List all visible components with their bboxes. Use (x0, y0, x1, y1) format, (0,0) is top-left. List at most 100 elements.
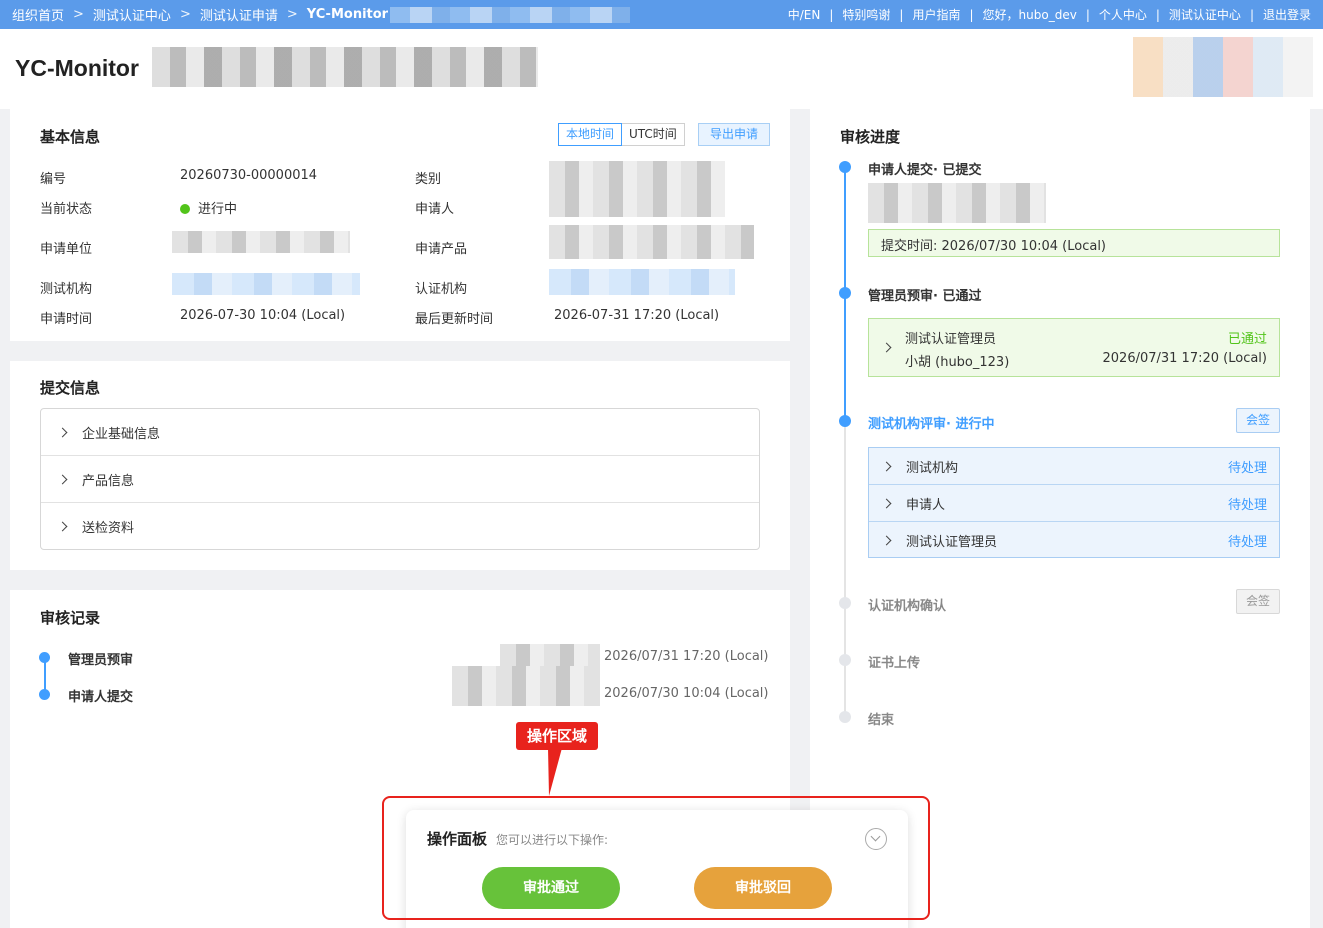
countersign-tag: 会签 (1235, 589, 1280, 614)
status-text: 进行中 (198, 202, 238, 217)
breadcrumb-separator-icon: > (286, 7, 298, 22)
submit-time-text: 提交时间: 2026/07/30 10:04 (Local) (881, 239, 1107, 254)
redacted-block (549, 225, 754, 259)
record-time: 2026/07/31 17:20 (Local) (604, 649, 769, 664)
accordion-product-info[interactable]: 产品信息 (41, 456, 759, 503)
logout-link[interactable]: 退出登录 (1263, 6, 1311, 23)
apply-time-label: 申请时间 (40, 312, 93, 327)
breadcrumb-cert-apply[interactable]: 测试认证申请 (200, 5, 278, 24)
step-cert-org-label: 认证机构确认 (868, 599, 947, 614)
callout-pointer (548, 748, 562, 796)
operation-area-highlight (382, 796, 930, 920)
redacted-block (452, 666, 600, 706)
breadcrumb-separator-icon: > (179, 7, 191, 22)
unit-label: 申请单位 (40, 242, 93, 257)
chevron-right-icon (57, 521, 68, 532)
accordion-label: 产品信息 (82, 473, 135, 489)
accordion-inspection-docs[interactable]: 送检资料 (41, 503, 759, 550)
local-time-button[interactable]: 本地时间 (558, 123, 623, 146)
greeting-text: 您好，hubo_dev (982, 8, 1077, 22)
countersign-tag: 会签 (1235, 408, 1280, 433)
personal-center-link[interactable]: 个人中心 (1099, 6, 1147, 23)
redacted-block (172, 231, 350, 253)
step-submitted-label: 申请人提交· 已提交 (868, 163, 982, 178)
reviewer-status: 已通过 (1227, 332, 1267, 347)
redacted-block (868, 183, 1046, 223)
status-value: 进行中 (180, 198, 237, 217)
progress-title: 审核进度 (840, 128, 901, 146)
operation-area-callout: 操作区域 (516, 722, 598, 750)
step-end-label: 结束 (868, 713, 895, 728)
record-label: 申请人提交 (68, 690, 134, 705)
link-divider: | (969, 7, 974, 22)
review-row-name: 申请人 (906, 497, 946, 513)
chevron-right-icon (57, 427, 68, 437)
accordion-company-info[interactable]: 企业基础信息 (41, 409, 759, 456)
breadcrumb-home[interactable]: 组织首页 (12, 5, 64, 24)
accordion-label: 企业基础信息 (82, 426, 161, 442)
reviewer-name: 测试认证管理员 (905, 332, 997, 347)
basic-info-panel: 基本信息 本地时间 UTC时间 导出申请 编号 20260730-0000001… (10, 109, 790, 341)
timeline-line (844, 421, 846, 717)
submit-time-box: 提交时间: 2026/07/30 10:04 (Local) (868, 229, 1280, 257)
review-row[interactable]: 申请人 待处理 (869, 485, 1279, 522)
breadcrumb-current: YC-Monitor (306, 7, 389, 22)
link-divider: | (1249, 7, 1254, 22)
breadcrumb-separator-icon: > (73, 7, 84, 22)
timeline-dot-icon (839, 287, 851, 299)
review-row-status: 待处理 (1227, 535, 1267, 550)
status-dot-icon (180, 204, 190, 214)
prereview-box[interactable]: 测试认证管理员 已通过 小胡 (hubo_123) 2026/07/31 17:… (868, 318, 1280, 377)
id-value: 20260730-00000014 (180, 168, 318, 183)
review-row-name: 测试认证管理员 (906, 535, 998, 550)
id-label: 编号 (40, 172, 67, 187)
link-divider: | (899, 7, 904, 22)
record-dot-icon (39, 652, 50, 663)
step-cert-upload-label: 证书上传 (868, 656, 921, 671)
top-links: 中/EN | 特别鸣谢 | 用户指南 | 您好，hubo_dev | 个人中心 … (788, 0, 1311, 29)
record-label: 管理员预审 (68, 653, 134, 668)
link-divider: | (829, 7, 834, 22)
updated-label: 最后更新时间 (415, 312, 494, 327)
timeline-dot-icon (839, 161, 851, 173)
chevron-right-icon (881, 342, 892, 353)
test-org-review-box: 测试机构 待处理 申请人 待处理 测试认证管理员 待处理 (868, 447, 1280, 558)
record-dot-icon (39, 689, 50, 700)
record-time: 2026/07/30 10:04 (Local) (604, 686, 769, 701)
time-mode-toggle: 本地时间 UTC时间 (558, 123, 685, 146)
review-row-status: 待处理 (1227, 460, 1267, 476)
export-button[interactable]: 导出申请 (698, 123, 771, 146)
redacted-block (500, 644, 600, 666)
chevron-right-icon (57, 474, 68, 484)
page-title: YC-Monitor (15, 55, 139, 81)
link-divider: | (1155, 7, 1160, 22)
step-prereview-label: 管理员预审· 已通过 (868, 289, 982, 304)
utc-time-button[interactable]: UTC时间 (622, 124, 684, 145)
breadcrumb: 组织首页 > 测试认证中心 > 测试认证申请 > YC-Monitor (0, 5, 631, 24)
review-row[interactable]: 测试认证管理员 待处理 (869, 522, 1279, 559)
redacted-link[interactable] (172, 273, 360, 295)
review-row-status: 待处理 (1227, 497, 1267, 513)
cert-org-label: 认证机构 (415, 282, 468, 297)
logo (1133, 37, 1313, 97)
breadcrumb-cert-center[interactable]: 测试认证中心 (93, 5, 171, 24)
timeline-dot-icon (839, 654, 851, 666)
redacted-block (152, 47, 538, 87)
submission-title: 提交信息 (40, 379, 101, 397)
cert-center-link[interactable]: 测试认证中心 (1169, 6, 1241, 23)
reviewer-time: 2026/07/31 17:20 (Local) (1102, 351, 1268, 366)
link-divider: | (1085, 7, 1090, 22)
accordion-label: 送检资料 (82, 521, 135, 536)
redacted-link[interactable] (549, 269, 735, 295)
thanks-link[interactable]: 特别鸣谢 (842, 6, 890, 23)
submission-panel: 提交信息 企业基础信息 产品信息 送检资料 (10, 361, 790, 570)
user-guide-link[interactable]: 用户指南 (912, 6, 960, 23)
records-title: 审核记录 (40, 609, 101, 627)
category-label: 类别 (415, 172, 442, 187)
test-org-label: 测试机构 (40, 282, 93, 297)
basic-info-title: 基本信息 (40, 128, 101, 146)
applicant-label: 申请人 (415, 202, 455, 217)
redacted-block (549, 161, 725, 217)
review-row[interactable]: 测试机构 待处理 (869, 448, 1279, 485)
language-switch-link[interactable]: 中/EN (788, 6, 821, 23)
